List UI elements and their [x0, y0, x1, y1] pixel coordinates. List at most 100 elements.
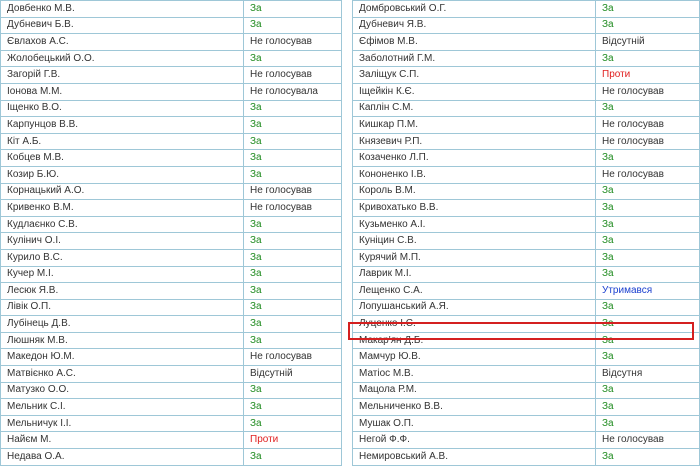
table-row: Лещенко С.А. Утримався [352, 282, 700, 300]
vote-result: За [243, 248, 342, 267]
deputy-name: Мамчур Ю.В. [352, 348, 596, 367]
deputy-name: Лесюк Я.В. [0, 282, 244, 300]
table-row: Кривохатько В.В. За [352, 199, 700, 217]
deputy-name: Довбенко М.В. [0, 0, 244, 18]
deputy-name: Кобцев М.В. [0, 149, 244, 167]
vote-result: Відсутній [595, 33, 700, 51]
deputy-name: Кузьменко А.І. [352, 215, 596, 234]
deputy-name: Кишкар П.М. [352, 116, 596, 134]
table-row: Кудлаєнко С.В. За [0, 215, 342, 234]
vote-result: За [243, 282, 342, 300]
deputy-name: Люшняк М.В. [0, 331, 244, 350]
vote-result: Відсутній [243, 365, 342, 383]
deputy-name: Матвієнко А.С. [0, 365, 244, 383]
vote-result: Проти [595, 66, 700, 84]
table-row: Мамчур Ю.В. За [352, 348, 700, 367]
vote-result: За [595, 16, 700, 35]
vote-result: За [243, 116, 342, 134]
deputy-name: Лубінець Д.В. [0, 315, 244, 333]
vote-result: Не голосував [595, 431, 700, 450]
deputy-name: Жолобецький О.О. [0, 49, 244, 68]
deputy-name: Макар'ян Д.Б. [352, 331, 596, 350]
deputy-name: Курило В.С. [0, 248, 244, 267]
deputy-name: Домбровський О.Г. [352, 0, 596, 18]
table-row: Іщенко В.О. За [0, 99, 342, 118]
vote-result: За [595, 298, 700, 317]
vote-result: За [243, 215, 342, 234]
table-row: Кишкар П.М. Не голосував [352, 116, 700, 134]
vote-result: За [243, 165, 342, 184]
deputy-name: Кучер М.І. [0, 265, 244, 284]
table-row: Козаченко Л.П. За [352, 149, 700, 167]
deputy-name: Корнацький А.О. [0, 182, 244, 201]
table-row: Кіт А.Б. За [0, 132, 342, 151]
vote-result: За [595, 248, 700, 267]
table-row: Іонова М.М. Не голосувала [0, 82, 342, 101]
deputy-name: Карпунцов В.В. [0, 116, 244, 134]
table-row: Кононенко І.В. Не голосував [352, 165, 700, 184]
vote-result: За [595, 381, 700, 400]
table-row: Кривенко В.М. Не голосував [0, 199, 342, 217]
table-row: Козир Б.Ю. За [0, 165, 342, 184]
table-row: Мацола Р.М. За [352, 381, 700, 400]
deputy-name: Найєм М. [0, 431, 244, 450]
vote-result: За [243, 132, 342, 151]
deputy-name: Єфімов М.В. [352, 33, 596, 51]
table-row: Дубневич Я.В. За [352, 16, 700, 35]
table-row: Заболотний Г.М. За [352, 49, 700, 68]
deputy-name: Недава О.А. [0, 448, 244, 466]
table-row: Негой Ф.Ф. Не голосував [352, 431, 700, 450]
table-row: Загорій Г.В. Не голосував [0, 66, 342, 84]
deputy-name: Мушак О.П. [352, 414, 596, 433]
deputy-name: Заболотний Г.М. [352, 49, 596, 68]
deputy-name: Мельниченко В.В. [352, 398, 596, 416]
table-row: Матвієнко А.С. Відсутній [0, 365, 342, 383]
table-row: Кузьменко А.І. За [352, 215, 700, 234]
deputy-name: Немировський А.В. [352, 448, 596, 466]
deputy-name: Лаврик М.І. [352, 265, 596, 284]
table-row: Заліщук С.П. Проти [352, 66, 700, 84]
deputy-name: Кононенко І.В. [352, 165, 596, 184]
deputy-name: Матузко О.О. [0, 381, 244, 400]
table-row: Іщейкін К.Є. Не голосував [352, 82, 700, 101]
table-row: Курячий М.П. За [352, 248, 700, 267]
vote-result: За [243, 298, 342, 317]
deputy-name: Іщейкін К.Є. [352, 82, 596, 101]
vote-result: За [243, 448, 342, 466]
vote-result: За [595, 99, 700, 118]
table-row: Лопушанський А.Я. За [352, 298, 700, 317]
deputy-name: Іщенко В.О. [0, 99, 244, 118]
deputy-name: Кривохатько В.В. [352, 199, 596, 217]
table-row: Найєм М. Проти [0, 431, 342, 450]
table-row: Лівік О.П. За [0, 298, 342, 317]
table-row: Курило В.С. За [0, 248, 342, 267]
table-row: Кулінич О.І. За [0, 232, 342, 250]
table-row-highlighted: Макар'ян Д.Б. За [352, 331, 700, 350]
vote-result: За [595, 182, 700, 201]
vote-result: Не голосував [595, 116, 700, 134]
vote-result: За [595, 199, 700, 217]
deputy-name: Дубневич Я.В. [352, 16, 596, 35]
vote-result: За [595, 348, 700, 367]
deputy-name: Козир Б.Ю. [0, 165, 244, 184]
table-row: Мушак О.П. За [352, 414, 700, 433]
deputy-name: Македон Ю.М. [0, 348, 244, 367]
table-row: Лесюк Я.В. За [0, 282, 342, 300]
vote-result: За [595, 232, 700, 250]
table-row: Домбровський О.Г. За [352, 0, 700, 18]
deputy-name: Мельник С.І. [0, 398, 244, 416]
vote-result: Не голосував [243, 348, 342, 367]
vote-table-left-body: Довбенко М.В. За Дубневич Б.В. За Євлахов А.… [0, 0, 342, 466]
vote-result: Не голосував [243, 33, 342, 51]
table-row: Немировський А.В. За [352, 448, 700, 466]
table-row: Лубінець Д.В. За [0, 315, 342, 333]
deputy-name: Кулінич О.І. [0, 232, 244, 250]
vote-result: Не голосував [243, 199, 342, 217]
vote-result: За [595, 448, 700, 466]
vote-result: За [243, 232, 342, 250]
deputy-name: Мельничук І.І. [0, 414, 244, 433]
vote-result: За [243, 315, 342, 333]
vote-table-right: Домбровський О.Г. За Дубневич Я.В. За Єфімов… [352, 0, 700, 466]
table-row: Корнацький А.О. Не голосував [0, 182, 342, 201]
vote-result: За [243, 381, 342, 400]
